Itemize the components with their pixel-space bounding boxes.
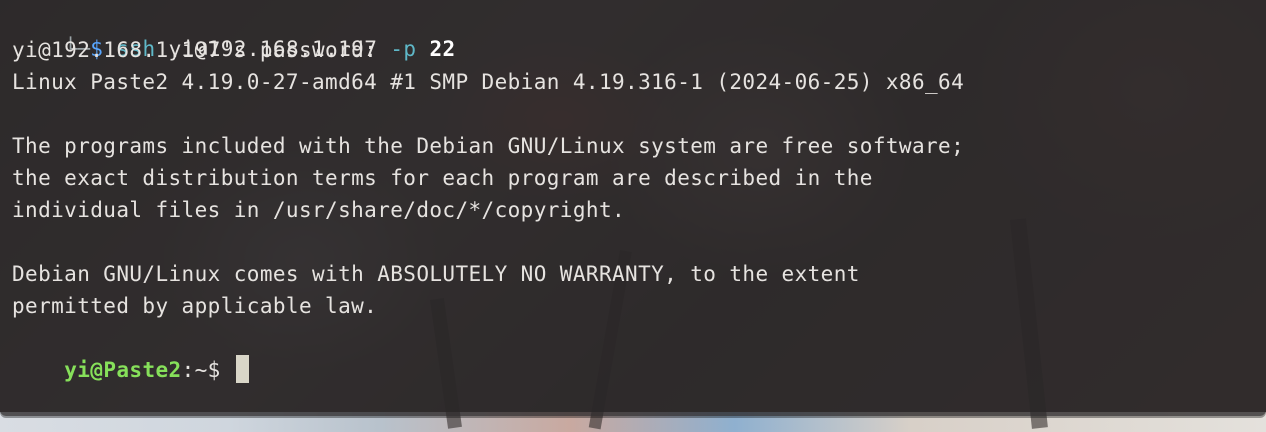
text-cursor[interactable] — [235, 355, 249, 383]
command-flag: -p — [390, 37, 417, 61]
output-line: The programs included with the Debian GN… — [12, 134, 965, 158]
output-line: individual files in /usr/share/doc/*/cop… — [12, 198, 626, 222]
output-line: permitted by applicable law. — [12, 294, 378, 318]
prompt-user-host: yi@Paste2 — [64, 358, 182, 382]
output-line: yi@192.168.1.197's password: — [12, 38, 378, 62]
output-line: Linux Paste2 4.19.0-27-amd64 #1 SMP Debi… — [12, 70, 965, 94]
prompt-path: ~ — [194, 358, 208, 382]
command-line: └─$ ssh yi@192.168.1.197 -p 22 — [12, 1, 456, 61]
prompt-symbol: $ — [207, 358, 221, 382]
output-line: the exact distribution terms for each pr… — [12, 166, 873, 190]
prompt-separator: : — [181, 358, 195, 382]
terminal-window[interactable]: └─$ ssh yi@192.168.1.197 -p 22 yi@192.16… — [0, 0, 1266, 416]
shell-prompt[interactable]: yi@Paste2:~$ — [12, 322, 249, 383]
command-port: 22 — [429, 37, 456, 61]
output-line: Debian GNU/Linux comes with ABSOLUTELY N… — [12, 262, 860, 286]
